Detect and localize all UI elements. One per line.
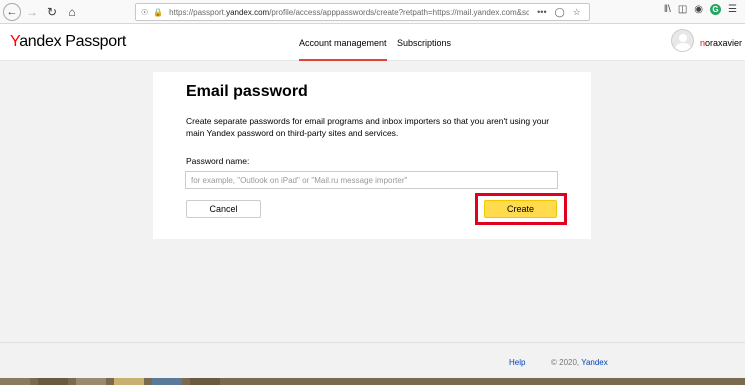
password-name-input[interactable]	[185, 171, 558, 189]
help-link[interactable]: Help	[509, 358, 525, 367]
bookmark-star-icon[interactable]: ☆	[573, 7, 581, 18]
browser-toolbar: ← → ↻ ⌂ ☉ 🔒 https://passport.yandex.com/…	[0, 0, 745, 24]
description-text: Create separate passwords for email prog…	[186, 116, 550, 138]
taskbar-item[interactable]	[152, 378, 182, 385]
pocket-icon[interactable]: ◯	[555, 7, 565, 18]
grammarly-icon[interactable]: G	[710, 4, 722, 15]
forward-arrow-icon[interactable]: →	[23, 3, 41, 21]
tab-subscriptions[interactable]: Subscriptions	[397, 38, 451, 48]
site-header: Yandex Passport Account management Subscr…	[0, 24, 745, 61]
library-icon[interactable]: ‖\	[664, 4, 671, 15]
create-button[interactable]: Create	[484, 200, 557, 218]
taskbar-item[interactable]	[114, 378, 144, 385]
taskbar-item[interactable]	[0, 378, 30, 385]
taskbar-item[interactable]	[38, 378, 68, 385]
avatar[interactable]	[671, 29, 694, 52]
shield-icon[interactable]: ☉	[141, 8, 148, 17]
page-title: Email password	[186, 83, 308, 100]
back-arrow-icon[interactable]: ←	[3, 2, 21, 21]
sidebar-icon[interactable]: ◫	[678, 4, 687, 15]
copyright: © 2020, Yandex	[551, 358, 608, 367]
reload-icon[interactable]: ↻	[43, 3, 61, 21]
home-icon[interactable]: ⌂	[63, 3, 81, 21]
menu-icon[interactable]: ☰	[728, 4, 737, 15]
lock-icon[interactable]: 🔒	[153, 8, 163, 17]
yandex-passport-logo[interactable]: Yandex Passport	[10, 33, 126, 51]
extension-icon[interactable]: ◉	[694, 4, 703, 15]
address-bar[interactable]: ☉ 🔒 https://passport.yandex.com/profile/…	[135, 3, 590, 21]
tab-account-management[interactable]: Account management	[299, 38, 387, 61]
browser-tools: ‖\ ◫ ◉ G ☰	[664, 4, 737, 15]
taskbar-item[interactable]	[76, 378, 106, 385]
footer: Help © 2020, Yandex	[0, 342, 745, 378]
username[interactable]: noraxavier	[700, 38, 742, 48]
password-name-label: Password name:	[186, 156, 250, 166]
page-actions-icon[interactable]: •••	[537, 7, 546, 17]
cancel-button[interactable]: Cancel	[186, 200, 261, 218]
url-text[interactable]: https://passport.yandex.com/profile/acce…	[169, 8, 529, 17]
os-taskbar	[0, 378, 745, 385]
taskbar-item[interactable]	[190, 378, 220, 385]
yandex-link[interactable]: Yandex	[581, 358, 608, 367]
